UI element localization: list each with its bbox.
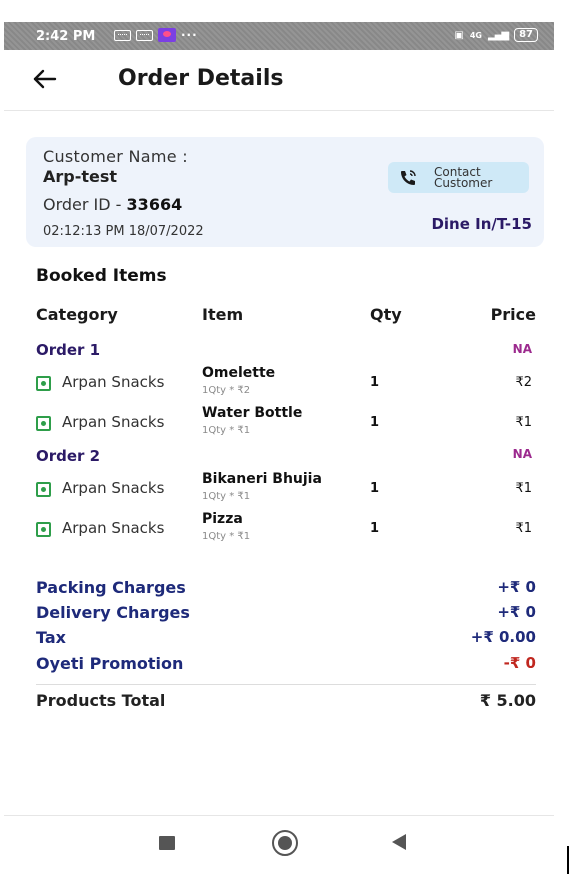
network-type: 4G: [469, 30, 482, 40]
delivery-charges-label: Delivery Charges: [36, 603, 190, 622]
column-header-qty: Qty: [370, 305, 402, 324]
status-system-icons: ▣ 4G ▂▄▆ 87: [454, 28, 538, 42]
veg-icon: [36, 522, 51, 537]
item-qty-detail: 1Qty * ₹2: [202, 385, 251, 396]
packing-charges-value: +₹ 0: [497, 578, 536, 596]
dine-in-table: Dine In/T-15: [431, 215, 532, 233]
customer-name-label: Customer Name :: [43, 147, 188, 166]
contact-customer-label: Contact Customer: [434, 164, 493, 190]
system-nav-bar: [4, 815, 554, 876]
item-name: Omelette: [202, 365, 276, 381]
item-qty-detail: 1Qty * ₹1: [202, 531, 251, 542]
item-name: Water Bottle: [202, 405, 303, 421]
tax-label: Tax: [36, 628, 66, 647]
status-notification-icons: ···: [114, 28, 198, 42]
order-status-badge: NA: [512, 447, 532, 461]
more-notifications-icon: ···: [181, 28, 198, 42]
item-category: Arpan Snacks: [62, 519, 165, 537]
arrow-left-icon[interactable]: [32, 66, 58, 92]
order-datetime: 02:12:13 PM 18/07/2022: [43, 224, 204, 239]
item-price: ₹1: [515, 521, 532, 536]
battery-level: 87: [514, 28, 538, 42]
packing-charges-label: Packing Charges: [36, 578, 186, 597]
column-header-category: Category: [36, 305, 118, 324]
contact-customer-button[interactable]: Contact Customer: [388, 162, 529, 193]
message-icon: [136, 29, 153, 41]
order-group-label: Order 2: [36, 447, 101, 465]
item-name: Bikaneri Bhujia: [202, 471, 322, 487]
app-notification-icon: [158, 28, 176, 42]
item-category: Arpan Snacks: [62, 413, 165, 431]
veg-icon: [36, 376, 51, 391]
item-qty: 1: [370, 415, 380, 430]
item-price: ₹2: [515, 375, 532, 390]
column-header-item: Item: [202, 305, 244, 324]
order-id: Order ID - 33664: [43, 195, 182, 214]
home-icon[interactable]: [272, 830, 298, 856]
divider: [36, 684, 536, 685]
list-item: Arpan Snacks Pizza 1Qty * ₹1 1 ₹1: [4, 507, 554, 547]
promotion-value: -₹ 0: [503, 654, 536, 672]
volte-icon: ▣: [454, 29, 464, 41]
delivery-charges-value: +₹ 0: [497, 603, 536, 621]
veg-icon: [36, 416, 51, 431]
column-header-price: Price: [490, 305, 536, 324]
order-status-badge: NA: [512, 342, 532, 356]
order-group-label: Order 1: [36, 341, 101, 359]
list-item: Arpan Snacks Bikaneri Bhujia 1Qty * ₹1 1…: [4, 467, 554, 507]
signal-icon: ▂▄▆: [488, 29, 509, 41]
products-total-label: Products Total: [36, 691, 166, 710]
message-icon: [114, 29, 131, 41]
item-category: Arpan Snacks: [62, 373, 165, 391]
back-triangle-icon[interactable]: [392, 834, 406, 850]
list-item: Arpan Snacks Water Bottle 1Qty * ₹1 1 ₹1: [4, 401, 554, 441]
customer-name: Arp-test: [43, 167, 118, 186]
item-category: Arpan Snacks: [62, 479, 165, 497]
phone-screen: 2:42 PM ··· ▣ 4G ▂▄▆ 87 Order Details Cu…: [4, 22, 554, 876]
status-bar: 2:42 PM ··· ▣ 4G ▂▄▆ 87: [4, 22, 554, 50]
customer-card: Customer Name : Arp-test Order ID - 3366…: [26, 137, 544, 247]
status-time: 2:42 PM: [36, 29, 96, 44]
app-header: Order Details: [4, 50, 554, 111]
recent-apps-icon[interactable]: [159, 836, 175, 850]
promotion-label: Oyeti Promotion: [36, 654, 184, 673]
order-id-label: Order ID -: [43, 195, 127, 214]
list-item: Arpan Snacks Omelette 1Qty * ₹2 1 ₹2: [4, 361, 554, 401]
item-qty-detail: 1Qty * ₹1: [202, 425, 251, 436]
item-price: ₹1: [515, 415, 532, 430]
text-cursor: [567, 846, 569, 874]
veg-icon: [36, 482, 51, 497]
item-price: ₹1: [515, 481, 532, 496]
phone-icon: [401, 169, 416, 185]
item-qty: 1: [370, 481, 380, 496]
item-qty-detail: 1Qty * ₹1: [202, 491, 251, 502]
products-total-value: ₹ 5.00: [479, 691, 536, 710]
page-title: Order Details: [118, 66, 284, 91]
tax-value: +₹ 0.00: [470, 628, 536, 646]
item-name: Pizza: [202, 511, 243, 527]
item-qty: 1: [370, 375, 380, 390]
booked-items-title: Booked Items: [36, 266, 167, 286]
item-qty: 1: [370, 521, 380, 536]
order-id-value: 33664: [126, 195, 183, 214]
